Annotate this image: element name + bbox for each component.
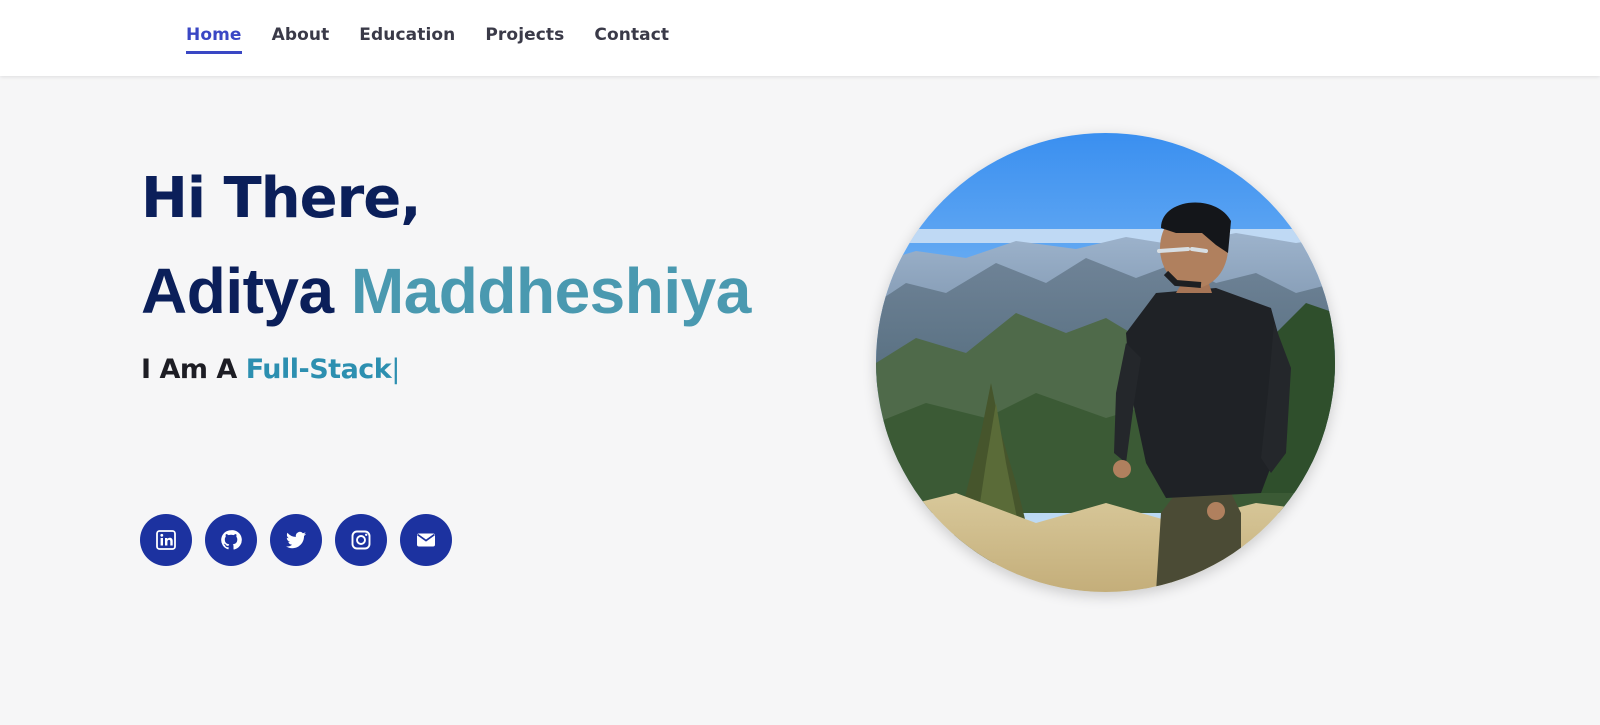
hero-last-name: Maddheshiya: [350, 255, 751, 327]
hero-name: Aditya Maddheshiya: [141, 254, 751, 328]
profile-photo-illustration: [876, 133, 1335, 592]
twitter-icon: [286, 531, 306, 549]
hero-first-name: Aditya: [141, 255, 334, 327]
social-links: [140, 514, 452, 566]
linkedin-icon: [156, 530, 176, 550]
email-button[interactable]: [400, 514, 452, 566]
hero-tagline: I Am A Full-Stack|: [141, 354, 400, 385]
nav-link-education[interactable]: Education: [359, 25, 455, 54]
nav-link-home[interactable]: Home: [186, 25, 242, 54]
twitter-button[interactable]: [270, 514, 322, 566]
nav-link-projects[interactable]: Projects: [485, 25, 564, 54]
typing-cursor: |: [391, 354, 400, 385]
navbar: Home About Education Projects Contact: [0, 0, 1600, 76]
instagram-icon: [351, 530, 371, 550]
hero-greeting: Hi There,: [141, 166, 421, 231]
github-icon: [221, 530, 242, 550]
nav-links: Home About Education Projects Contact: [186, 25, 669, 54]
profile-photo: [876, 133, 1335, 592]
email-icon: [417, 533, 435, 547]
tagline-prefix: I Am A: [141, 354, 237, 385]
nav-link-about[interactable]: About: [272, 25, 330, 54]
github-button[interactable]: [205, 514, 257, 566]
tagline-role: Full-Stack: [245, 354, 392, 385]
nav-link-contact[interactable]: Contact: [594, 25, 669, 54]
linkedin-button[interactable]: [140, 514, 192, 566]
instagram-button[interactable]: [335, 514, 387, 566]
